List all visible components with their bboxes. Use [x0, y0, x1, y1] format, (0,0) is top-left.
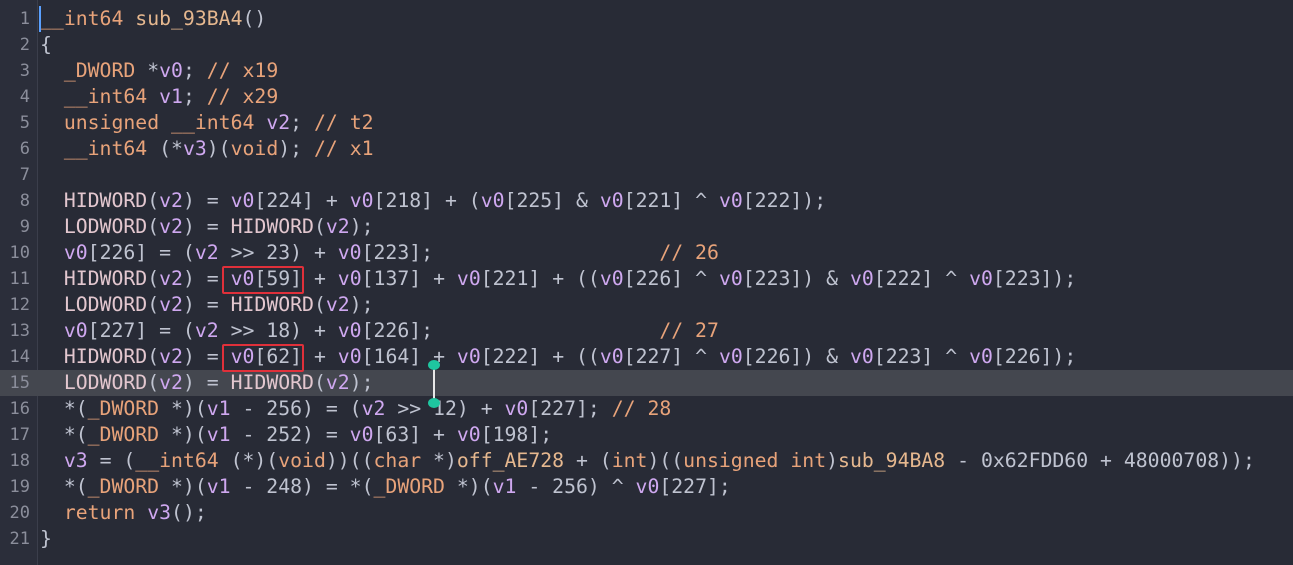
code-text[interactable]: HIDWORD(v2) = v0[224] + v0[218] + (v0[22…: [40, 188, 826, 214]
code-text[interactable]: LODWORD(v2) = HIDWORD(v2);: [40, 214, 374, 240]
code-line[interactable]: 11 HIDWORD(v2) = v0[59] + v0[137] + v0[2…: [0, 266, 1293, 292]
code-line[interactable]: 13 v0[227] = (v2 >> 18) + v0[226]; // 27: [0, 318, 1293, 344]
code-line[interactable]: 4 __int64 v1; // x29: [0, 84, 1293, 110]
code-text[interactable]: {: [40, 32, 52, 58]
text-cursor: [39, 6, 41, 32]
code-text[interactable]: v0[227] = (v2 >> 18) + v0[226]; // 27: [40, 318, 719, 344]
selection-handle-start[interactable]: [428, 360, 440, 370]
code-line[interactable]: 5 unsigned __int64 v2; // t2: [0, 110, 1293, 136]
line-number: 18: [9, 451, 30, 471]
selection-handle-end[interactable]: [428, 398, 440, 408]
code-text[interactable]: LODWORD(v2) = HIDWORD(v2);: [40, 370, 374, 396]
code-text[interactable]: __int64 (*v3)(void); // x1: [40, 136, 374, 162]
line-number: 16: [9, 399, 30, 419]
code-line[interactable]: 10 v0[226] = (v2 >> 23) + v0[223]; // 26: [0, 240, 1293, 266]
code-text[interactable]: HIDWORD(v2) = v0[62] + v0[164] + v0[222]…: [40, 344, 1076, 370]
line-number: 7: [19, 165, 30, 185]
code-line[interactable]: 19 *(_DWORD *)(v1 - 248) = *(_DWORD *)(v…: [0, 474, 1293, 500]
line-number: 5: [19, 113, 30, 133]
code-text[interactable]: *(_DWORD *)(v1 - 248) = *(_DWORD *)(v1 -…: [40, 474, 731, 500]
code-line[interactable]: 8 HIDWORD(v2) = v0[224] + v0[218] + (v0[…: [0, 188, 1293, 214]
line-number: 11: [9, 269, 30, 289]
code-text[interactable]: *(_DWORD *)(v1 - 252) = v0[63] + v0[198]…: [40, 422, 552, 448]
line-number: 19: [9, 477, 30, 497]
line-number: 12: [9, 295, 30, 315]
code-line[interactable]: 6 __int64 (*v3)(void); // x1: [0, 136, 1293, 162]
code-line[interactable]: 7: [0, 162, 1293, 188]
code-text[interactable]: return v3();: [40, 500, 207, 526]
code-text[interactable]: v0[226] = (v2 >> 23) + v0[223]; // 26: [40, 240, 719, 266]
code-line[interactable]: 16 *(_DWORD *)(v1 - 256) = (v2 >> 12) + …: [0, 396, 1293, 422]
code-line[interactable]: 20 return v3();: [0, 500, 1293, 526]
code-text[interactable]: }: [40, 526, 52, 552]
line-number: 4: [19, 87, 30, 107]
line-number: 2: [19, 35, 30, 55]
code-line[interactable]: 2{: [0, 32, 1293, 58]
code-line[interactable]: 14 HIDWORD(v2) = v0[62] + v0[164] + v0[2…: [0, 344, 1293, 370]
code-text[interactable]: unsigned __int64 v2; // t2: [40, 110, 374, 136]
line-number: 17: [9, 425, 30, 445]
line-number: 13: [9, 321, 30, 341]
code-line[interactable]: 18 v3 = (__int64 (*)(void))((char *)off_…: [0, 448, 1293, 474]
line-number: 20: [9, 503, 30, 523]
highlight-box-v0-62: [222, 344, 304, 372]
code-line[interactable]: 12 LODWORD(v2) = HIDWORD(v2);: [0, 292, 1293, 318]
code-line[interactable]: 3 _DWORD *v0; // x19: [0, 58, 1293, 84]
line-number: 3: [19, 61, 30, 81]
code-line[interactable]: 9 LODWORD(v2) = HIDWORD(v2);: [0, 214, 1293, 240]
line-number: 1: [19, 9, 30, 29]
line-number: 21: [9, 529, 30, 549]
highlight-box-v0-59: [222, 266, 304, 294]
line-number: 10: [9, 243, 30, 263]
code-text[interactable]: _DWORD *v0; // x19: [40, 58, 278, 84]
code-lines[interactable]: 1 __int64 sub_93BA4() 2{3 _DWORD *v0; // x…: [0, 6, 1293, 552]
code-text[interactable]: LODWORD(v2) = HIDWORD(v2);: [40, 292, 374, 318]
line-number: 14: [9, 347, 30, 367]
line-number: 9: [19, 217, 30, 237]
code-text[interactable]: v3 = (__int64 (*)(void))((char *)off_AE7…: [40, 448, 1255, 474]
code-line[interactable]: 1 __int64 sub_93BA4(): [0, 6, 1293, 32]
code-text[interactable]: __int64 sub_93BA4(): [40, 6, 266, 32]
line-number: 15: [9, 373, 30, 393]
code-text[interactable]: HIDWORD(v2) = v0[59] + v0[137] + v0[221]…: [40, 266, 1076, 292]
code-editor[interactable]: 1 __int64 sub_93BA4() 2{3 _DWORD *v0; // x…: [0, 0, 1293, 565]
line-number: 6: [19, 139, 30, 159]
code-text[interactable]: *(_DWORD *)(v1 - 256) = (v2 >> 12) + v0[…: [40, 396, 671, 422]
line-number: 8: [19, 191, 30, 211]
code-line[interactable]: 21}: [0, 526, 1293, 552]
code-line[interactable]: 15 LODWORD(v2) = HIDWORD(v2);: [0, 370, 1293, 396]
code-text[interactable]: __int64 v1; // x29: [40, 84, 278, 110]
code-line[interactable]: 17 *(_DWORD *)(v1 - 252) = v0[63] + v0[1…: [0, 422, 1293, 448]
